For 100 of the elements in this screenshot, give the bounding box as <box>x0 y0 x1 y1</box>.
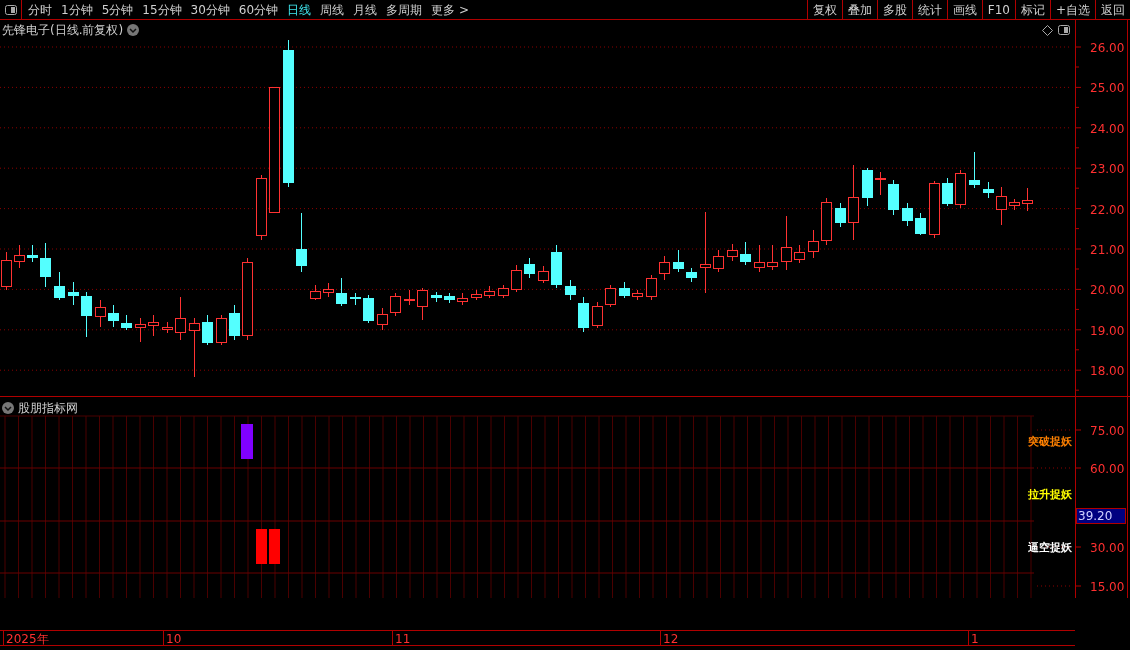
candlestick <box>162 321 173 334</box>
candlestick <box>646 274 657 301</box>
candlestick <box>444 292 455 304</box>
period-tab[interactable]: 周线 <box>320 0 345 19</box>
toolbar-button[interactable]: F10 <box>981 0 1015 19</box>
price-label: 21.00 <box>1090 243 1125 257</box>
candlestick <box>417 287 428 321</box>
candlestick <box>524 257 535 279</box>
toolbar-button[interactable]: 画线 <box>946 0 982 19</box>
candlestick <box>565 279 576 301</box>
signal-label: 逼空捉妖 <box>1028 541 1072 554</box>
candlestick <box>121 314 132 331</box>
period-tab[interactable]: 30分钟 <box>190 0 230 19</box>
candlestick <box>135 317 146 343</box>
candlestick <box>377 307 388 331</box>
candlestick <box>808 229 819 259</box>
candlestick <box>821 197 832 246</box>
candlestick <box>551 244 562 289</box>
candlestick <box>108 304 119 328</box>
signal-label: 拉升捉妖 <box>1028 488 1072 501</box>
candlestick <box>1009 198 1020 211</box>
candlestick <box>471 289 482 301</box>
candlestick <box>54 271 65 301</box>
toolbar-button[interactable]: 返回 <box>1095 0 1130 19</box>
price-label: 20.00 <box>1090 283 1125 298</box>
candlestick <box>1022 187 1033 212</box>
candlestick <box>727 243 738 262</box>
candlestick <box>942 177 953 207</box>
candlestick <box>498 284 509 299</box>
toolbar-button[interactable]: 复权 <box>806 0 842 19</box>
collapse-icon[interactable] <box>2 402 14 414</box>
candlestick <box>511 264 522 293</box>
price-label: 26.00 <box>1090 41 1125 55</box>
toolbar-button[interactable]: 统计 <box>911 0 947 19</box>
toolbar-button[interactable]: 叠加 <box>841 0 877 19</box>
candlestick <box>296 212 307 273</box>
price-label: 24.00 <box>1090 121 1125 136</box>
dropdown-icon[interactable] <box>127 24 140 36</box>
candlestick <box>875 171 886 196</box>
value-label: 30.00 <box>1090 541 1125 555</box>
candlestick <box>781 215 792 271</box>
value-label: 60.00 <box>1090 462 1125 476</box>
period-tab[interactable]: 月线 <box>353 0 378 19</box>
diamond-icon[interactable] <box>1042 25 1053 36</box>
period-tab[interactable]: 15分钟 <box>142 0 182 19</box>
candlestick <box>632 289 643 301</box>
toolbar-button[interactable]: 标记 <box>1014 0 1050 19</box>
candlestick <box>81 291 92 338</box>
candlestick <box>68 281 79 306</box>
candlestick <box>794 244 805 264</box>
price-label: 22.00 <box>1090 202 1125 217</box>
period-tab[interactable]: 5分钟 <box>101 0 134 19</box>
candlestick <box>538 265 549 284</box>
candlestick <box>189 317 200 378</box>
price-label: 23.00 <box>1090 162 1125 177</box>
candlestick <box>363 294 374 324</box>
toolbar-button[interactable]: +自选 <box>1049 0 1095 19</box>
candlestick <box>888 179 899 216</box>
candlestick <box>431 291 442 303</box>
candlestick <box>862 167 873 207</box>
candlestick <box>202 314 213 346</box>
candlestick <box>659 255 670 281</box>
candlestick <box>619 281 630 299</box>
candlestick <box>915 212 926 236</box>
period-tab[interactable]: 1分钟 <box>61 0 93 19</box>
current-value-badge: 39.20 <box>1076 508 1126 524</box>
candlestick <box>1 251 12 291</box>
candlestick <box>605 284 616 308</box>
period-tab[interactable]: 分时 <box>28 0 52 19</box>
panel-toggle-icon[interactable] <box>1058 25 1070 35</box>
indicator-title: 股朋指标网 <box>18 400 78 417</box>
panel-toggle-icon[interactable] <box>4 4 17 15</box>
candlestick <box>767 244 778 271</box>
date-label: 11 <box>395 632 411 646</box>
signal-label: 突破捉妖 <box>1028 435 1072 448</box>
period-tab[interactable]: 更多 > <box>431 0 469 19</box>
candlestick <box>673 249 684 273</box>
period-tab[interactable]: 日线 <box>287 0 312 19</box>
candlestick <box>27 244 38 263</box>
price-label: 19.00 <box>1090 323 1125 338</box>
candlestick <box>40 242 51 288</box>
period-tab[interactable]: 60分钟 <box>238 0 279 19</box>
candlestick <box>740 241 751 266</box>
candlestick <box>835 202 846 228</box>
candlestick <box>902 202 913 227</box>
candlestick <box>350 292 361 306</box>
period-tab[interactable]: 多周期 <box>386 0 423 19</box>
candlestick <box>955 169 966 209</box>
candlestick <box>14 244 25 269</box>
toolbar-button[interactable]: 多股 <box>876 0 912 19</box>
price-label: 18.00 <box>1090 364 1125 379</box>
chart-title: 先锋电子(日线.前复权) <box>2 22 124 39</box>
candlestick <box>229 304 240 341</box>
date-label: 12 <box>663 632 679 646</box>
candlestick <box>336 277 347 307</box>
candlestick <box>686 267 697 283</box>
candlestick <box>983 181 994 199</box>
candlestick <box>323 282 334 298</box>
candlestick <box>457 292 468 306</box>
signal-bar <box>241 424 253 459</box>
